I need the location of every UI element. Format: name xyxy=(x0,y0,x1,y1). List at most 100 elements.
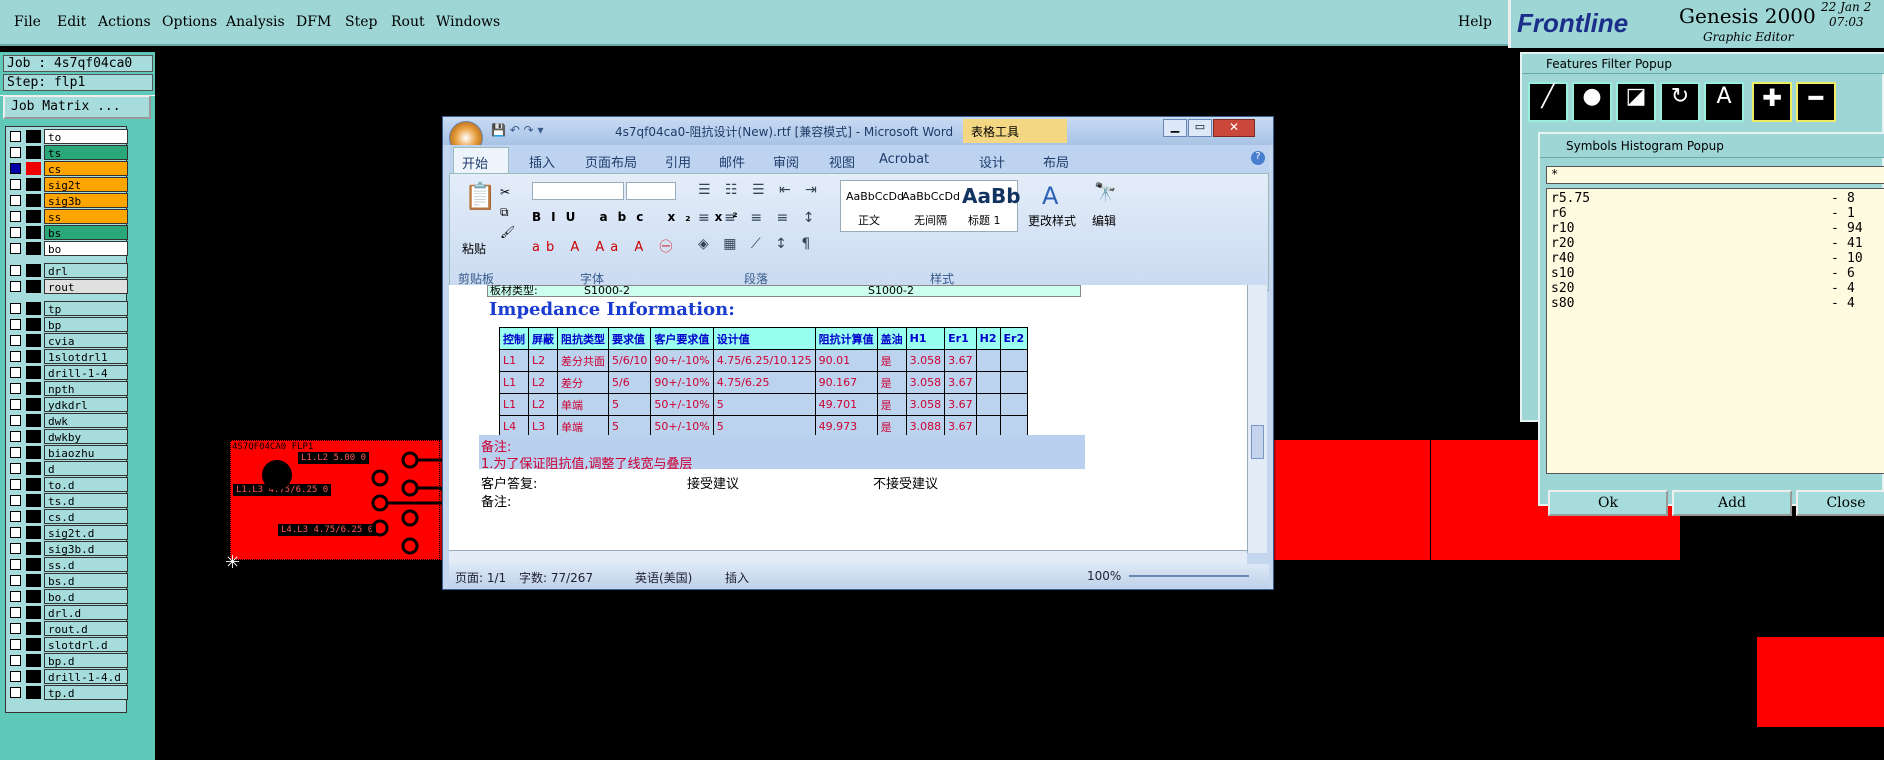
layer-checkbox[interactable] xyxy=(10,687,21,698)
layer-name[interactable]: drill-1-4 xyxy=(44,365,128,380)
layer-row-drill-1-4.d[interactable]: drill-1-4.d xyxy=(6,669,128,684)
layer-checkbox[interactable] xyxy=(10,511,21,522)
layer-checkbox[interactable] xyxy=(10,163,21,174)
layer-checkbox[interactable] xyxy=(10,265,21,276)
job-matrix-button[interactable]: Job Matrix ... xyxy=(3,95,151,119)
paragraph-buttons[interactable]: ☰ ☷ ☰ ⇤ ⇥ xyxy=(698,182,822,198)
layer-name[interactable]: bo xyxy=(44,241,128,256)
layer-checkbox[interactable] xyxy=(10,415,21,426)
plus-icon[interactable]: ✚ xyxy=(1752,82,1792,122)
menu-step[interactable]: Step xyxy=(345,14,377,30)
histogram-row[interactable]: r40 -10 xyxy=(1551,251,1881,266)
layer-name[interactable]: bo.d xyxy=(44,589,128,604)
layer-checkbox[interactable] xyxy=(10,575,21,586)
paste-icon[interactable]: 📋 xyxy=(464,182,496,212)
arc-icon[interactable]: ↻ xyxy=(1660,82,1700,122)
document-area[interactable]: 板材类型: S1000-2 S1000-2 Impedance Informat… xyxy=(449,285,1247,550)
tab-design[interactable]: 设计 xyxy=(979,152,1005,171)
layer-row-cs.d[interactable]: cs.d xyxy=(6,509,128,524)
layer-row-d[interactable]: d xyxy=(6,461,128,476)
layer-row-drl.d[interactable]: drl.d xyxy=(6,605,128,620)
style-normal-preview[interactable]: AaBbCcDd xyxy=(846,190,904,203)
tab-review[interactable]: 审阅 xyxy=(773,152,799,171)
style-normal-name[interactable]: 正文 xyxy=(858,212,880,228)
layer-row-cs[interactable]: cs xyxy=(6,161,128,176)
layer-checkbox[interactable] xyxy=(10,559,21,570)
align-buttons[interactable]: ≡ ≡ ≡ ≡ ↕ xyxy=(698,210,819,226)
style-heading1-preview[interactable]: AaBb xyxy=(962,184,1021,208)
layer-row-npth[interactable]: npth xyxy=(6,381,128,396)
status-page[interactable]: 页面: 1/1 xyxy=(455,569,506,586)
layer-row-ydkdrl[interactable]: ydkdrl xyxy=(6,397,128,412)
vertical-scrollbar[interactable] xyxy=(1247,285,1267,553)
layer-checkbox[interactable] xyxy=(10,463,21,474)
layer-name[interactable]: 1slotdrl1 xyxy=(44,349,128,364)
histogram-row[interactable]: s20 -4 xyxy=(1551,281,1881,296)
layer-checkbox[interactable] xyxy=(10,243,21,254)
menu-file[interactable]: File xyxy=(14,14,41,30)
change-style-label[interactable]: 更改样式 xyxy=(1028,212,1076,229)
horizontal-scrollbar[interactable] xyxy=(449,550,1247,564)
layer-row-ss[interactable]: ss xyxy=(6,209,128,224)
tab-references[interactable]: 引用 xyxy=(665,152,691,171)
menu-dfm[interactable]: DFM xyxy=(296,14,331,30)
layer-row-bs[interactable]: bs xyxy=(6,225,128,240)
font-name-select[interactable] xyxy=(532,182,624,200)
tab-mailings[interactable]: 邮件 xyxy=(719,152,745,171)
change-style-icon[interactable]: A xyxy=(1042,182,1058,210)
word-window[interactable]: 💾 ↶ ↷ ▾ 4s7qf04ca0-阻抗设计(New).rtf [兼容模式] … xyxy=(442,116,1274,590)
zoom-level[interactable]: 100% xyxy=(1087,569,1121,583)
tab-acrobat[interactable]: Acrobat xyxy=(879,152,929,167)
layer-row-tp.d[interactable]: tp.d xyxy=(6,685,128,700)
layer-name[interactable]: drl xyxy=(44,263,128,278)
add-button[interactable]: Add xyxy=(1672,490,1792,516)
layer-checkbox[interactable] xyxy=(10,495,21,506)
layer-row-bs.d[interactable]: bs.d xyxy=(6,573,128,588)
histogram-row[interactable]: r6 -1 xyxy=(1551,206,1881,221)
edit-label[interactable]: 编辑 xyxy=(1092,212,1116,229)
layer-name[interactable]: dwk xyxy=(44,413,128,428)
menu-edit[interactable]: Edit xyxy=(57,14,86,30)
layer-name[interactable]: to xyxy=(44,129,128,144)
style-nospacing-name[interactable]: 无间隔 xyxy=(914,212,947,228)
status-mode[interactable]: 插入 xyxy=(725,569,749,586)
layer-name[interactable]: dwkby xyxy=(44,429,128,444)
layer-row-rout.d[interactable]: rout.d xyxy=(6,621,128,636)
layer-checkbox[interactable] xyxy=(10,303,21,314)
ok-button[interactable]: Ok xyxy=(1548,490,1668,516)
text-icon[interactable]: A xyxy=(1704,82,1744,122)
layer-row-1slotdrl1[interactable]: 1slotdrl1 xyxy=(6,349,128,364)
pad-icon[interactable]: ● xyxy=(1572,82,1612,122)
minus-icon[interactable]: ━ xyxy=(1796,82,1836,122)
font-size-select[interactable] xyxy=(626,182,676,200)
layer-checkbox[interactable] xyxy=(10,527,21,538)
undo-icon[interactable]: 💾 ↶ ↷ ▾ xyxy=(491,123,544,137)
layer-name[interactable]: d xyxy=(44,461,128,476)
layer-checkbox[interactable] xyxy=(10,211,21,222)
layer-name[interactable]: bp.d xyxy=(44,653,128,668)
layer-checkbox[interactable] xyxy=(10,479,21,490)
layer-name[interactable]: ydkdrl xyxy=(44,397,128,412)
layer-row-dwkby[interactable]: dwkby xyxy=(6,429,128,444)
layer-name[interactable]: rout xyxy=(44,279,128,294)
tab-view[interactable]: 视图 xyxy=(829,152,855,171)
minimize-icon[interactable]: ▁ xyxy=(1163,119,1187,137)
layer-row-bp.d[interactable]: bp.d xyxy=(6,653,128,668)
layer-checkbox[interactable] xyxy=(10,335,21,346)
layer-row-sig2t.d[interactable]: sig2t.d xyxy=(6,525,128,540)
cut-copy-icons[interactable]: ✂ ⧉ 🖌 xyxy=(500,182,515,242)
layer-name[interactable]: sig2t xyxy=(44,177,128,192)
layer-row-rout[interactable]: rout xyxy=(6,279,128,294)
menu-rout[interactable]: Rout xyxy=(391,14,425,30)
help-icon[interactable]: ? xyxy=(1251,151,1265,165)
layer-checkbox[interactable] xyxy=(10,131,21,142)
layer-name[interactable]: biaozhu xyxy=(44,445,128,460)
layer-name[interactable]: bs xyxy=(44,225,128,240)
status-words[interactable]: 字数: 77/267 xyxy=(519,569,593,586)
paste-label[interactable]: 粘贴 xyxy=(462,240,486,257)
layer-checkbox[interactable] xyxy=(10,383,21,394)
shading-buttons[interactable]: ◈ ▦ ⟋ ↕ ¶ xyxy=(698,236,815,252)
layer-row-drill-1-4[interactable]: drill-1-4 xyxy=(6,365,128,380)
layer-row-bo[interactable]: bo xyxy=(6,241,128,256)
layer-row-sig3b.d[interactable]: sig3b.d xyxy=(6,541,128,556)
